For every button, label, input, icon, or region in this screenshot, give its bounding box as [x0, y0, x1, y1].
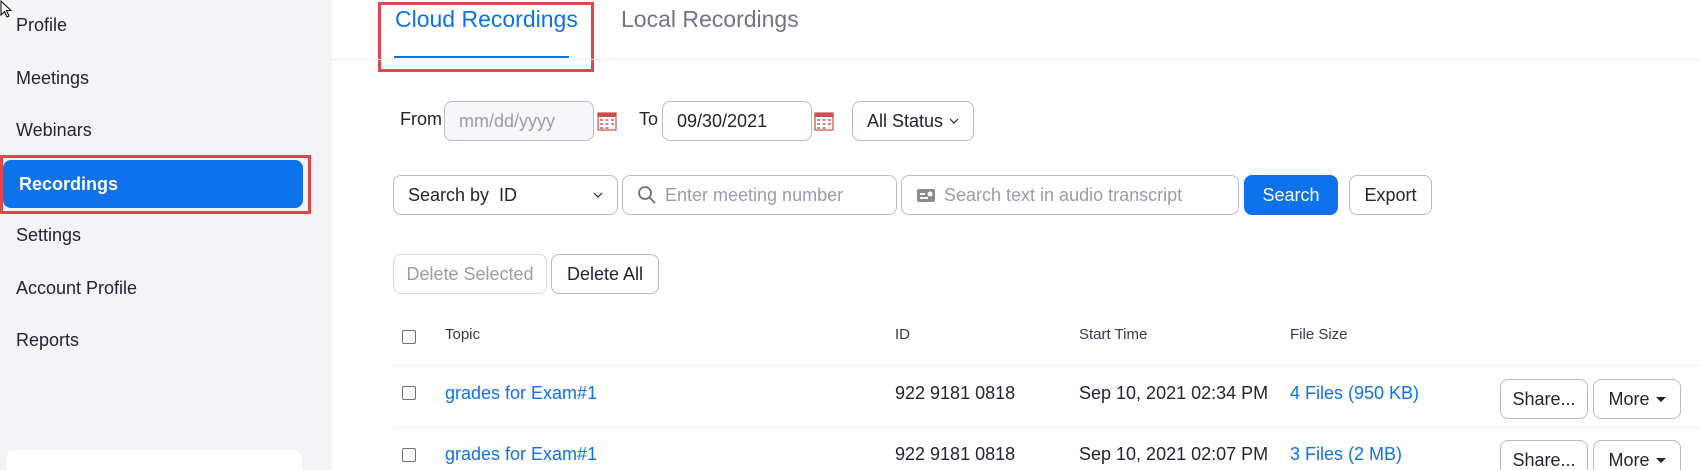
sidebar-item-recordings[interactable]: Recordings: [3, 160, 303, 208]
calendar-icon[interactable]: [597, 111, 617, 131]
sidebar-item-label: Webinars: [16, 119, 92, 140]
caret-down-icon: [1655, 396, 1666, 402]
column-header-start-time: Start Time: [1079, 326, 1148, 343]
from-date-input[interactable]: mm/dd/yyyy: [444, 101, 594, 141]
sidebar-item-webinars[interactable]: Webinars: [0, 106, 304, 154]
more-button[interactable]: More: [1593, 379, 1681, 419]
status-dropdown-label: All Status: [866, 110, 944, 131]
transcript-search-input[interactable]: Search text in audio transcript: [901, 175, 1239, 215]
row-checkbox[interactable]: [402, 386, 416, 400]
column-header-id: ID: [895, 326, 910, 343]
meeting-id: 922 9181 0818: [895, 383, 1016, 403]
transcript-icon: [917, 189, 935, 202]
tab-local-recordings[interactable]: Local Recordings: [621, 6, 799, 33]
sidebar-card: [6, 450, 302, 470]
more-button-label: More: [1608, 388, 1650, 409]
sidebar-item-label: Recordings: [19, 173, 119, 194]
transcript-placeholder: Search text in audio transcript: [944, 184, 1183, 205]
meeting-number-placeholder: Enter meeting number: [665, 184, 844, 205]
delete-selected-button[interactable]: Delete Selected: [393, 254, 547, 294]
sidebar-item-label: Account Profile: [16, 277, 138, 298]
column-header-topic: Topic: [445, 326, 481, 343]
table-divider: [393, 365, 1700, 366]
file-size-link[interactable]: 3 Files (2 MB): [1290, 444, 1402, 465]
sidebar-item-label: Meetings: [16, 67, 90, 88]
sidebar-item-reports[interactable]: Reports: [0, 316, 304, 364]
sidebar-item-label: Settings: [16, 224, 82, 245]
recording-topic-link[interactable]: grades for Exam#1: [445, 444, 597, 465]
delete-all-button[interactable]: Delete All: [551, 254, 659, 294]
sidebar: Profile Meetings Webinars Recordings Set…: [0, 0, 332, 470]
sidebar-item-label: Profile: [16, 14, 68, 35]
sidebar-item-meetings[interactable]: Meetings: [0, 54, 304, 102]
tab-cloud-recordings[interactable]: Cloud Recordings: [395, 6, 578, 33]
sidebar-item-profile[interactable]: Profile: [0, 1, 304, 49]
search-icon: [638, 186, 656, 204]
calendar-icon[interactable]: [814, 111, 834, 131]
tabs-bar: Cloud Recordings Local Recordings: [332, 0, 1700, 60]
search-button[interactable]: Search: [1244, 175, 1338, 215]
chevron-down-icon: [949, 118, 959, 124]
to-date-input[interactable]: 09/30/2021: [662, 101, 812, 141]
status-dropdown[interactable]: All Status: [852, 101, 974, 141]
search-by-select[interactable]: Search by ID: [393, 175, 618, 215]
sidebar-item-label: Reports: [16, 329, 80, 350]
share-button[interactable]: Share...: [1500, 440, 1588, 470]
from-label: From: [400, 109, 442, 129]
meeting-number-input[interactable]: Enter meeting number: [622, 175, 897, 215]
recording-topic-link[interactable]: grades for Exam#1: [445, 383, 597, 404]
to-label: To: [639, 109, 659, 129]
meeting-id: 922 9181 0818: [895, 444, 1016, 464]
active-tab-underline: [394, 56, 569, 58]
table-divider: [393, 427, 1700, 428]
export-button[interactable]: Export: [1349, 175, 1432, 215]
sidebar-item-account-profile[interactable]: Account Profile: [0, 264, 304, 312]
select-all-checkbox[interactable]: [402, 330, 416, 344]
row-checkbox[interactable]: [402, 448, 416, 462]
caret-down-icon: [1655, 457, 1666, 463]
mouse-cursor-icon: [0, 0, 13, 18]
start-time: Sep 10, 2021 02:34 PM: [1079, 383, 1269, 403]
chevron-down-icon: [593, 192, 603, 198]
sidebar-item-settings[interactable]: Settings: [0, 211, 304, 259]
more-button-label: More: [1608, 449, 1650, 470]
search-by-label: Search by ID: [408, 184, 518, 205]
more-button[interactable]: More: [1593, 440, 1681, 470]
column-header-file-size: File Size: [1290, 326, 1348, 343]
share-button[interactable]: Share...: [1500, 379, 1588, 419]
start-time: Sep 10, 2021 02:07 PM: [1079, 444, 1269, 464]
file-size-link[interactable]: 4 Files (950 KB): [1290, 383, 1419, 404]
